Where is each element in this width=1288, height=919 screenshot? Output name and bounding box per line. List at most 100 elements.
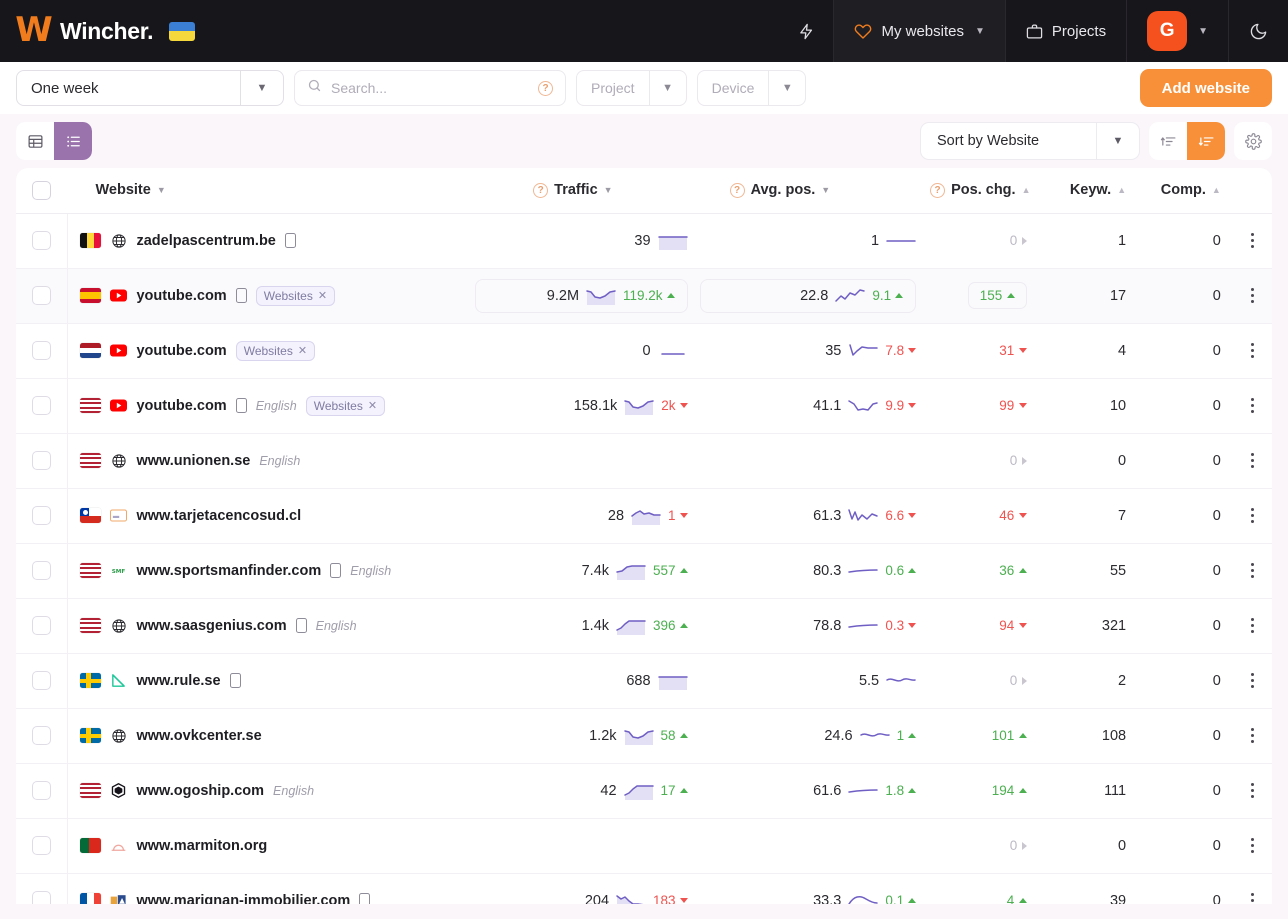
cell-select[interactable] (16, 323, 67, 378)
gear-icon[interactable] (1234, 122, 1272, 160)
website-name[interactable]: www.ogoship.com (136, 783, 264, 799)
help-icon[interactable]: ? (930, 183, 945, 198)
table-row[interactable]: www.ogoship.comEnglish421761.61.81941110 (16, 763, 1272, 818)
add-website-button[interactable]: Add website (1140, 69, 1272, 107)
row-menu-icon[interactable] (1233, 508, 1272, 524)
cell-actions[interactable] (1233, 378, 1272, 433)
device-filter[interactable]: Device ▼ (697, 70, 807, 106)
row-menu-icon[interactable] (1233, 233, 1272, 249)
row-checkbox[interactable] (32, 231, 51, 250)
website-name[interactable]: youtube.com (136, 398, 226, 414)
cell-select[interactable] (16, 598, 67, 653)
row-checkbox[interactable] (32, 561, 51, 580)
cell-actions[interactable] (1233, 488, 1272, 543)
pos-change-value[interactable]: 155 (968, 282, 1028, 309)
period-select[interactable]: One week ▼ (16, 70, 284, 106)
list-view-icon[interactable] (54, 122, 92, 160)
table-row[interactable]: zadelpascentrum.be391010 (16, 213, 1272, 268)
website-name[interactable]: www.rule.se (136, 673, 220, 689)
row-checkbox[interactable] (32, 506, 51, 525)
row-menu-icon[interactable] (1233, 618, 1272, 634)
cell-actions[interactable] (1233, 708, 1272, 763)
website-name[interactable]: www.tarjetacencosud.cl (136, 508, 301, 524)
cell-select[interactable] (16, 213, 67, 268)
row-checkbox[interactable] (32, 286, 51, 305)
row-checkbox[interactable] (32, 341, 51, 360)
website-name[interactable]: www.ovkcenter.se (136, 728, 261, 744)
row-menu-icon[interactable] (1233, 893, 1272, 904)
my-websites-menu[interactable]: My websites ▼ (833, 0, 1004, 62)
sort-descending-icon[interactable] (1187, 122, 1225, 160)
row-menu-icon[interactable] (1233, 398, 1272, 414)
row-menu-icon[interactable] (1233, 288, 1272, 304)
website-name[interactable]: www.saasgenius.com (136, 618, 286, 634)
row-menu-icon[interactable] (1233, 563, 1272, 579)
table-row[interactable]: www.saasgenius.comEnglish1.4k39678.80.39… (16, 598, 1272, 653)
table-row[interactable]: www.marmiton.org000 (16, 818, 1272, 873)
avg-pos-metric[interactable]: 22.89.1 (700, 269, 929, 323)
row-checkbox[interactable] (32, 781, 51, 800)
row-menu-icon[interactable] (1233, 838, 1272, 854)
column-header-traffic[interactable]: ? Traffic ▼ (475, 168, 699, 213)
row-checkbox[interactable] (32, 891, 51, 904)
table-row[interactable]: www.ovkcenter.se1.2k5824.611011080 (16, 708, 1272, 763)
cell-select[interactable] (16, 488, 67, 543)
help-icon[interactable]: ? (730, 183, 745, 198)
cell-actions[interactable] (1233, 653, 1272, 708)
cell-actions[interactable] (1233, 818, 1272, 873)
website-name[interactable]: youtube.com (136, 288, 226, 304)
row-menu-icon[interactable] (1233, 783, 1272, 799)
sort-by-select[interactable]: Sort by Website ▼ (920, 122, 1140, 160)
row-checkbox[interactable] (32, 836, 51, 855)
column-header-avg-pos[interactable]: ? Avg. pos. ▼ (700, 168, 929, 213)
cell-select[interactable] (16, 433, 67, 488)
table-row[interactable]: SMFwww.sportsmanfinder.comEnglish7.4k557… (16, 543, 1272, 598)
row-checkbox[interactable] (32, 396, 51, 415)
quick-actions-button[interactable] (780, 0, 833, 62)
row-menu-icon[interactable] (1233, 343, 1272, 359)
help-icon[interactable]: ? (533, 183, 548, 198)
theme-toggle-button[interactable] (1228, 0, 1288, 62)
cell-actions[interactable] (1233, 213, 1272, 268)
table-view-icon[interactable] (16, 122, 54, 160)
table-row[interactable]: youtube.comWebsites✕9.2M119.2k22.89.1155… (16, 268, 1272, 323)
cell-actions[interactable] (1233, 873, 1272, 904)
remove-tag-icon[interactable]: ✕ (368, 399, 377, 412)
table-row[interactable]: www.unionen.seEnglish000 (16, 433, 1272, 488)
user-account-menu[interactable]: G ▼ (1126, 0, 1228, 62)
website-name[interactable]: www.unionen.se (136, 453, 250, 469)
row-checkbox[interactable] (32, 451, 51, 470)
cell-select[interactable] (16, 873, 67, 904)
row-checkbox[interactable] (32, 726, 51, 745)
website-name[interactable]: www.sportsmanfinder.com (136, 563, 321, 579)
row-menu-icon[interactable] (1233, 728, 1272, 744)
cell-actions[interactable] (1233, 763, 1272, 818)
cell-actions[interactable] (1233, 433, 1272, 488)
cell-actions[interactable] (1233, 323, 1272, 378)
select-all-checkbox[interactable] (32, 181, 51, 200)
remove-tag-icon[interactable]: ✕ (298, 344, 307, 357)
cell-select[interactable] (16, 268, 67, 323)
table-row[interactable]: www.tarjetacencosud.cl28161.36.64670 (16, 488, 1272, 543)
brand-area[interactable]: W Wincher. (0, 0, 780, 62)
project-filter[interactable]: Project ▼ (576, 70, 687, 106)
row-menu-icon[interactable] (1233, 453, 1272, 469)
table-row[interactable]: youtube.comEnglishWebsites✕158.1k2k41.19… (16, 378, 1272, 433)
cell-select[interactable] (16, 378, 67, 433)
traffic-metric[interactable]: 9.2M119.2k (475, 269, 699, 323)
tag-chip[interactable]: Websites✕ (306, 396, 385, 416)
row-checkbox[interactable] (32, 671, 51, 690)
cell-select[interactable] (16, 653, 67, 708)
cell-select[interactable] (16, 763, 67, 818)
cell-actions[interactable] (1233, 598, 1272, 653)
row-checkbox[interactable] (32, 616, 51, 635)
table-row[interactable]: youtube.comWebsites✕0357.83140 (16, 323, 1272, 378)
projects-menu[interactable]: Projects (1005, 0, 1126, 62)
table-row[interactable]: www.marignan-immobilier.com20418333.30.1… (16, 873, 1272, 904)
cell-actions[interactable] (1233, 268, 1272, 323)
sort-ascending-icon[interactable] (1149, 122, 1187, 160)
row-menu-icon[interactable] (1233, 673, 1272, 689)
column-header-pos-chg[interactable]: ? Pos. chg. ▲ (928, 168, 1039, 213)
website-name[interactable]: www.marmiton.org (136, 838, 267, 854)
help-icon[interactable]: ? (538, 81, 553, 96)
